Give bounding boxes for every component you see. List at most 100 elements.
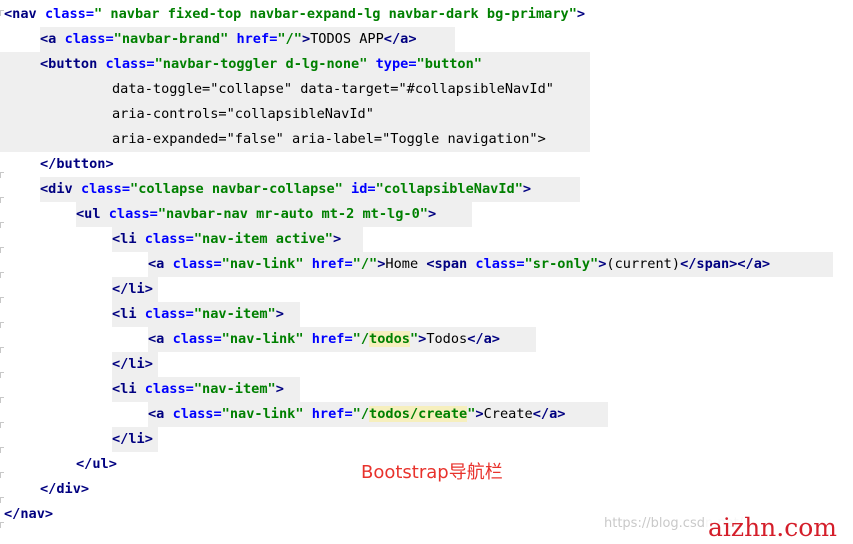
code-tag-token: <span <box>426 256 468 272</box>
code-value-token: "/" <box>352 256 378 272</box>
fold-marker-icon[interactable] <box>0 422 4 428</box>
fold-marker-icon[interactable] <box>0 347 4 353</box>
code-line[interactable]: </nav> <box>4 502 53 527</box>
code-tag-token: </nav <box>4 506 45 522</box>
code-attr-token: = <box>213 256 222 272</box>
code-attr-token: class <box>108 206 150 222</box>
code-value-token: "/todos/create" <box>352 406 476 422</box>
path-highlight: todos/create <box>369 406 468 422</box>
code-line[interactable]: data-toggle="collapse" data-target="#col… <box>112 77 554 102</box>
code-attr-token: class <box>44 6 86 22</box>
code-tag-token: > <box>105 156 114 172</box>
code-attr-token: = <box>213 331 222 347</box>
fold-marker-icon[interactable] <box>0 247 4 253</box>
code-attr-token: = <box>185 306 194 322</box>
code-line[interactable]: <a class="navbar-brand" href="/">TODOS A… <box>40 27 417 52</box>
code-line[interactable]: <button class="navbar-toggler d-lg-none"… <box>40 52 482 77</box>
code-tag-token: > <box>144 356 153 372</box>
fold-marker-icon[interactable] <box>0 197 4 203</box>
code-tag-token: </a <box>737 256 762 272</box>
code-line[interactable]: <a class="nav-link" href="/todos/create"… <box>148 402 565 427</box>
fold-marker-icon[interactable] <box>0 472 4 478</box>
code-line[interactable]: <a class="nav-link" href="/">Home <span … <box>148 252 770 277</box>
code-attr-token: = <box>344 406 353 422</box>
code-text-token: Create <box>483 406 533 422</box>
code-attr-token: class <box>172 256 214 272</box>
code-tag-token: <a <box>148 331 165 347</box>
fold-marker-icon[interactable] <box>0 447 4 453</box>
fold-marker-icon[interactable] <box>0 397 4 403</box>
watermark-site: aizhn.com <box>706 513 839 542</box>
code-line[interactable]: </li> <box>112 277 153 302</box>
code-value-token: "nav-link" <box>221 256 304 272</box>
fold-marker-icon[interactable] <box>0 222 4 228</box>
code-attr-token: class <box>475 256 517 272</box>
code-line[interactable]: <li class="nav-item"> <box>112 377 284 402</box>
code-tag-token: </li <box>112 431 145 447</box>
code-value-token: "navbar-nav mr-auto mt-2 mt-lg-0" <box>157 206 428 222</box>
code-line[interactable]: <li class="nav-item active"> <box>112 227 341 252</box>
code-attr-token: class <box>144 231 186 247</box>
code-line[interactable]: <nav class=" navbar fixed-top navbar-exp… <box>4 2 585 27</box>
code-tag-token: > <box>80 481 90 497</box>
code-line[interactable]: </li> <box>112 427 153 452</box>
code-tag-token: > <box>108 456 117 472</box>
fold-marker-icon[interactable] <box>0 322 4 328</box>
code-attr-token: class <box>105 56 147 72</box>
code-value-token: "collapse navbar-collapse" <box>130 181 343 197</box>
code-tag-token: <li <box>112 231 137 247</box>
code-tag-token: </span <box>680 256 730 272</box>
code-line[interactable]: </li> <box>112 352 153 377</box>
code-attr-token: = <box>85 6 95 22</box>
caption-text: Bootstrap导航栏 <box>361 462 503 483</box>
code-line[interactable]: <li class="nav-item"> <box>112 302 284 327</box>
code-value-token: "navbar-brand" <box>113 31 229 47</box>
fold-marker-icon[interactable] <box>0 272 4 278</box>
code-tag-token: </li <box>112 281 145 297</box>
code-attr-token: = <box>344 331 353 347</box>
code-attr-token: class <box>80 181 122 197</box>
code-line[interactable]: </div> <box>40 477 89 502</box>
code-line[interactable]: <a class="nav-link" href="/todos">Todos<… <box>148 327 500 352</box>
code-tag-token: </a <box>467 331 492 347</box>
code-tag-token: </button <box>40 156 106 172</box>
path-highlight: todos <box>369 331 410 347</box>
code-attr-token: type <box>375 56 409 72</box>
code-text-token: aria-expanded="false" aria-label="Toggle… <box>112 131 546 147</box>
code-tag-token: > <box>576 6 586 22</box>
code-line[interactable]: </ul> <box>76 452 117 477</box>
code-value-token: "nav-item" <box>193 306 276 322</box>
fold-marker-icon[interactable] <box>0 172 4 178</box>
code-text-token: (current) <box>606 256 681 272</box>
code-text-token: aria-controls="collapsibleNavId" <box>112 106 374 122</box>
code-tag-token: <a <box>148 406 165 422</box>
code-value-token: "collapsibleNavId" <box>375 181 523 197</box>
code-line[interactable]: aria-controls="collapsibleNavId" <box>112 102 374 127</box>
code-text-token: Home <box>385 256 427 272</box>
code-value-token: " navbar fixed-top navbar-expand-lg navb… <box>94 6 577 22</box>
code-tag-token: </a <box>383 31 409 47</box>
fold-marker-icon[interactable] <box>0 297 4 303</box>
code-attr-token: = <box>344 256 353 272</box>
code-line[interactable]: <ul class="navbar-nav mr-auto mt-2 mt-lg… <box>76 202 436 227</box>
code-tag-token: > <box>557 406 566 422</box>
code-value-token: "nav-item" <box>193 381 276 397</box>
code-tag-token: <nav <box>4 6 37 22</box>
code-attr-token: class <box>172 331 214 347</box>
code-attr-token: id <box>351 181 368 197</box>
code-value-token: "nav-link" <box>221 406 304 422</box>
code-line[interactable]: <div class="collapse navbar-collapse" id… <box>40 177 531 202</box>
code-value-token: "sr-only" <box>524 256 599 272</box>
fold-marker-icon[interactable] <box>0 372 4 378</box>
code-line[interactable]: </button> <box>40 152 114 177</box>
code-line[interactable]: aria-expanded="false" aria-label="Toggle… <box>112 127 546 152</box>
